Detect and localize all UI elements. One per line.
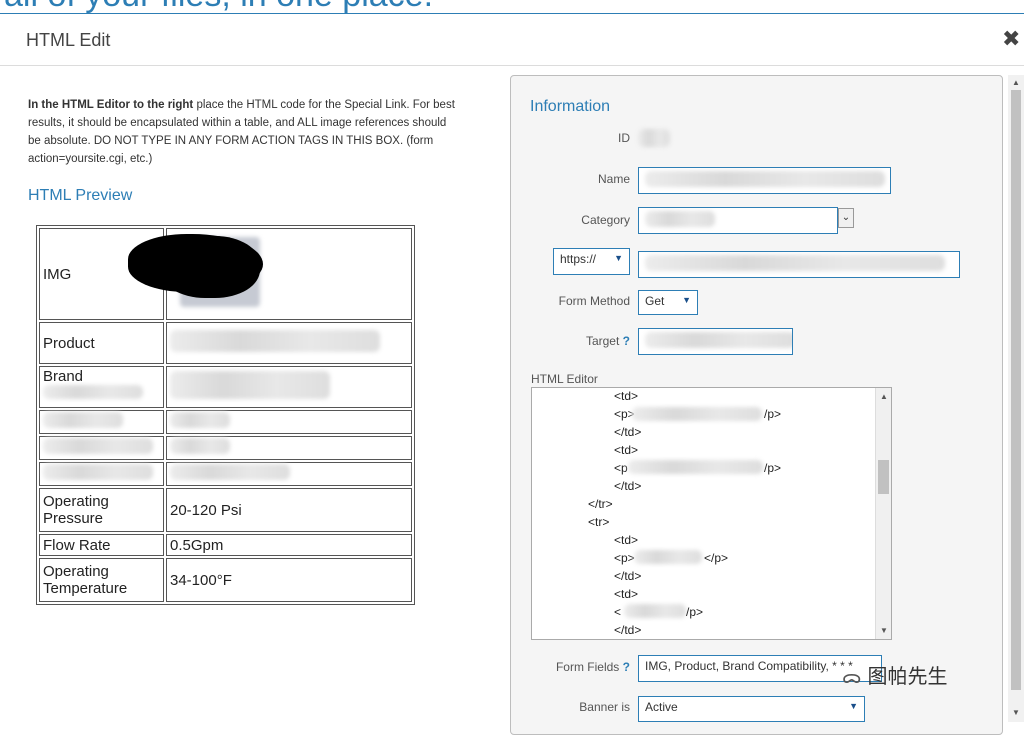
html-editor-label: HTML Editor xyxy=(531,372,598,386)
table-key: Product xyxy=(39,322,164,364)
table-row xyxy=(39,410,412,434)
table-key xyxy=(39,436,164,460)
code-line: <p> xyxy=(614,551,635,565)
code-redaction xyxy=(628,460,763,474)
editor-scrollbar[interactable]: ▲ ▼ xyxy=(875,388,891,639)
table-key: Flow Rate xyxy=(39,534,164,556)
form-fields-label-text: Form Fields xyxy=(555,660,620,674)
chevron-down-icon[interactable]: ⌄ xyxy=(838,208,854,228)
code-line: /p> xyxy=(686,605,704,619)
intro-text: In the HTML Editor to the right place th… xyxy=(28,96,458,168)
code-line: <p xyxy=(614,461,628,475)
code-redaction xyxy=(634,550,702,564)
banner-status-label: Banner is xyxy=(579,700,630,714)
form-fields-label: Form Fields ? xyxy=(520,660,630,674)
dialog-title: HTML Edit xyxy=(26,30,111,50)
name-label: Name xyxy=(597,172,630,186)
top-banner: all of your files, in one place. xyxy=(0,0,1024,14)
name-field[interactable] xyxy=(638,167,891,194)
watermark: ᯅ 图帕先生 xyxy=(842,660,947,689)
table-value xyxy=(166,436,412,460)
protocol-select[interactable]: https:// ▼ xyxy=(553,248,630,275)
form-method-select[interactable]: Get ▼ xyxy=(638,290,698,315)
code-line: </td> xyxy=(614,479,642,493)
table-row: Flow Rate 0.5Gpm xyxy=(39,534,412,556)
table-key: Brand xyxy=(39,366,164,408)
code-line: </td> xyxy=(614,425,642,439)
close-icon[interactable]: ✖ xyxy=(1002,26,1020,52)
target-field[interactable] xyxy=(638,328,793,355)
table-key: Operating Pressure xyxy=(39,488,164,532)
code-line: <tr> xyxy=(588,515,610,529)
banner-text: all of your files, in one place. xyxy=(4,0,433,13)
page-scroll-thumb[interactable] xyxy=(1011,90,1021,690)
editor-scroll-thumb[interactable] xyxy=(878,460,889,494)
code-line: </tr> xyxy=(588,497,613,511)
code-redaction xyxy=(632,407,762,421)
table-value: 34-100°F xyxy=(166,558,412,602)
code-line: <td> xyxy=(614,389,639,403)
table-row: Operating Temperature 34-100°F xyxy=(39,558,412,602)
protocol-value: https:// xyxy=(560,252,597,266)
arrow-up-icon[interactable]: ▲ xyxy=(1012,78,1020,87)
intro-bold: In the HTML Editor to the right xyxy=(28,99,194,111)
table-key: Operating Temperature xyxy=(39,558,164,602)
preview-heading: HTML Preview xyxy=(28,187,133,204)
chevron-down-icon: ▼ xyxy=(614,253,623,263)
dialog-header: HTML Edit ✖ xyxy=(0,14,1024,66)
id-value xyxy=(638,129,670,147)
wechat-icon: ᯅ xyxy=(842,667,862,687)
information-title: Information xyxy=(530,98,611,115)
help-icon[interactable]: ? xyxy=(623,334,630,348)
code-line: /p> xyxy=(764,407,782,421)
arrow-down-icon[interactable]: ▼ xyxy=(880,626,888,635)
table-value: 0.5Gpm xyxy=(166,534,412,556)
table-row: Product xyxy=(39,322,412,364)
banner-status-value: Active xyxy=(645,700,678,714)
table-key xyxy=(39,462,164,486)
chevron-down-icon: ▼ xyxy=(682,295,691,305)
code-redaction xyxy=(624,604,686,618)
url-field[interactable] xyxy=(638,251,960,278)
code-line: < xyxy=(614,605,622,619)
form-method-label: Form Method xyxy=(558,294,630,308)
form-method-value: Get xyxy=(645,294,665,308)
table-value: 20-120 Psi xyxy=(166,488,412,532)
watermark-text: 图帕先生 xyxy=(867,666,948,688)
arrow-down-icon[interactable]: ▼ xyxy=(1012,708,1020,717)
table-row: Brand xyxy=(39,366,412,408)
table-value xyxy=(166,322,412,364)
code-line: <td> xyxy=(614,533,639,547)
help-icon[interactable]: ? xyxy=(623,660,630,674)
code-line: <td> xyxy=(614,587,639,601)
code-line: </td> xyxy=(614,623,642,637)
arrow-up-icon[interactable]: ▲ xyxy=(880,392,888,401)
banner-status-select[interactable]: Active ▼ xyxy=(638,696,865,722)
code-line: </td> xyxy=(614,569,642,583)
target-label: Target ? xyxy=(520,334,630,348)
table-value xyxy=(166,462,412,486)
table-value xyxy=(166,366,412,408)
table-row: Operating Pressure 20-120 Psi xyxy=(39,488,412,532)
chevron-down-icon: ▼ xyxy=(849,701,858,711)
redaction-mark xyxy=(160,236,260,298)
table-key-text: Brand xyxy=(43,368,84,385)
code-line: <td> xyxy=(614,443,639,457)
page-scrollbar[interactable]: ▲ ▼ xyxy=(1008,75,1024,722)
id-label: ID xyxy=(618,131,630,145)
target-label-text: Target xyxy=(585,334,620,348)
table-row xyxy=(39,436,412,460)
table-row xyxy=(39,462,412,486)
table-value xyxy=(166,410,412,434)
html-editor[interactable]: <td> <p> /p> </td> <td> <p /p> </td> </t… xyxy=(531,387,892,640)
code-line: </p> xyxy=(704,551,729,565)
code-line: /p> xyxy=(764,461,782,475)
table-key xyxy=(39,410,164,434)
category-label: Category xyxy=(581,213,630,227)
category-select[interactable] xyxy=(638,207,838,234)
